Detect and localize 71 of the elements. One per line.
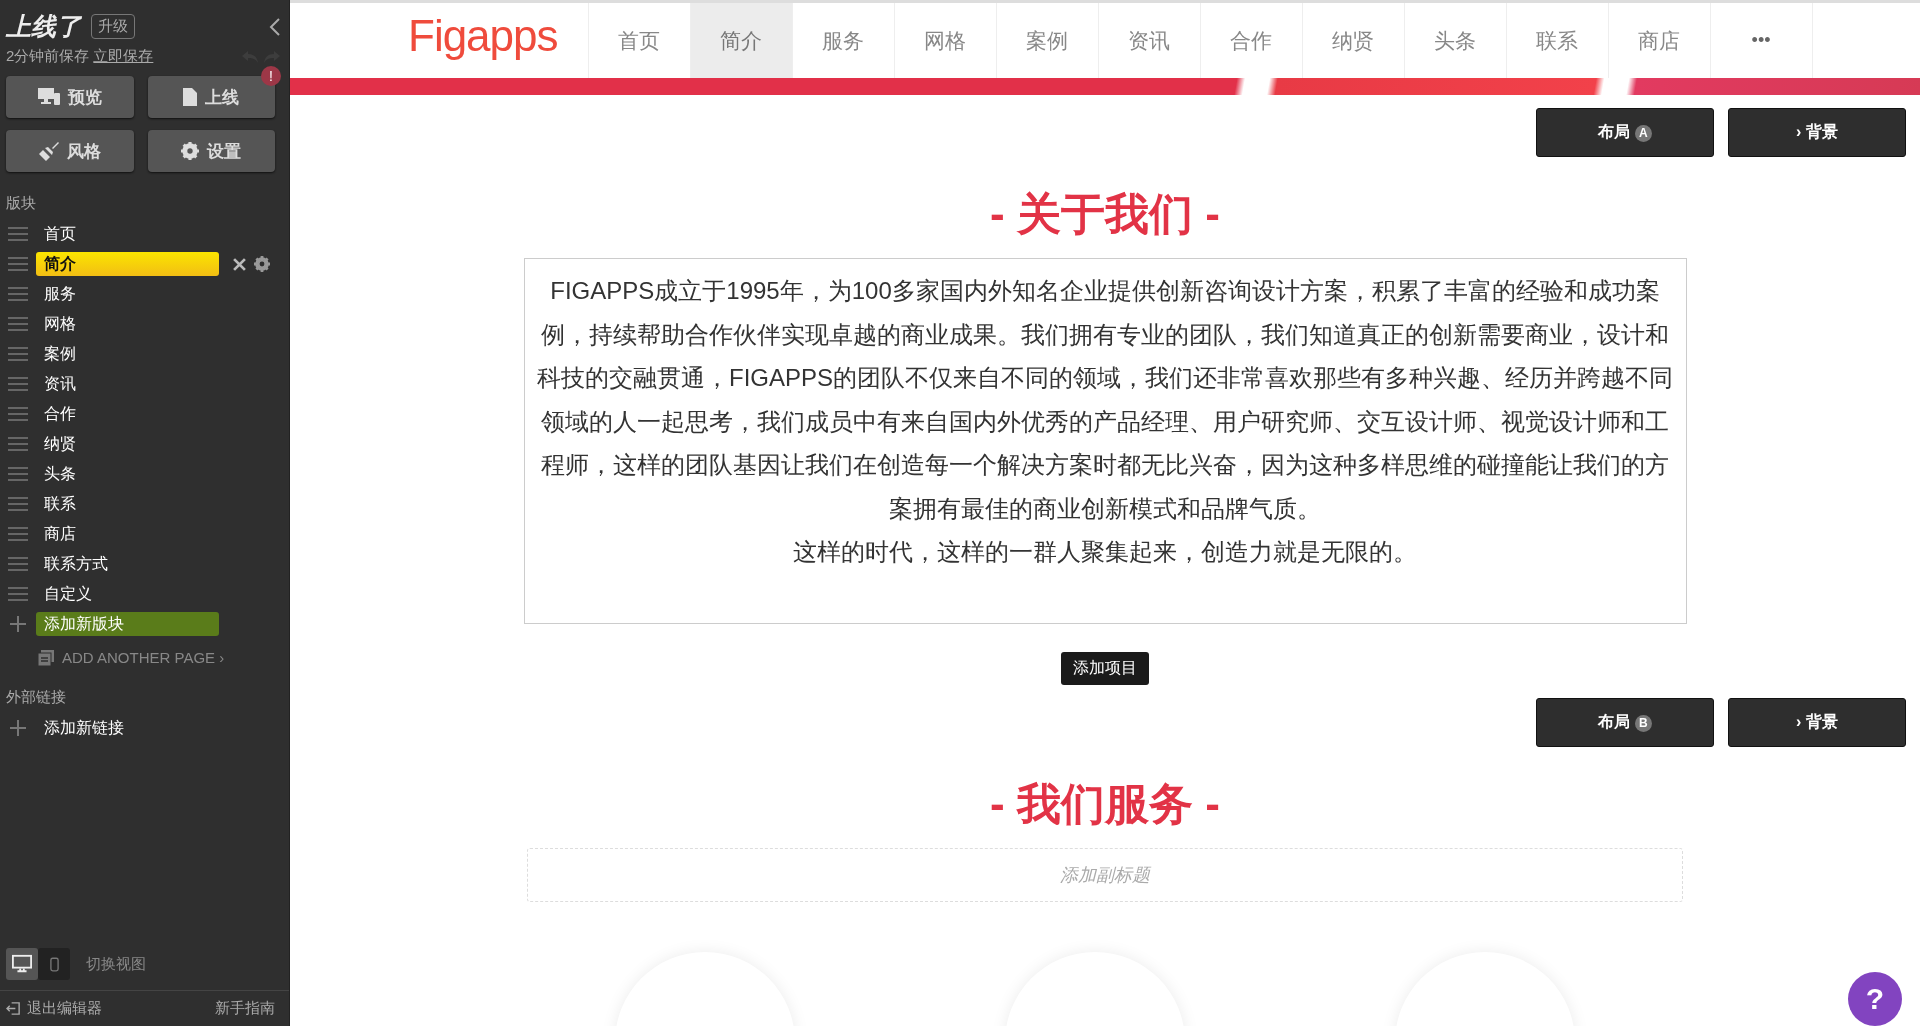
section-item[interactable]: 简介: [36, 252, 219, 276]
section-item[interactable]: 首页: [36, 222, 219, 246]
section-title: - 关于我们 -: [990, 188, 1220, 240]
subtitle-field[interactable]: 添加副标题: [527, 848, 1683, 902]
layout-button[interactable]: 布局 A: [1536, 108, 1714, 157]
drag-handle-icon[interactable]: [8, 437, 28, 451]
site-status: 上线了: [6, 11, 81, 42]
drag-handle-icon[interactable]: [8, 467, 28, 481]
layout-button[interactable]: 布局 B: [1536, 698, 1714, 747]
section-item[interactable]: 联系: [36, 492, 219, 516]
close-icon[interactable]: [233, 257, 246, 271]
section-item[interactable]: 纳贤: [36, 432, 219, 456]
section-item[interactable]: 合作: [36, 402, 219, 426]
add-link-button[interactable]: 添加新链接: [36, 717, 124, 739]
guide-link[interactable]: 新手指南: [215, 999, 275, 1018]
section-item[interactable]: 服务: [36, 282, 219, 306]
section-item[interactable]: 头条: [36, 462, 219, 486]
collapse-icon[interactable]: [269, 16, 281, 37]
add-page-link[interactable]: ADD ANOTHER PAGE ›: [62, 649, 225, 666]
exit-icon[interactable]: [6, 1001, 21, 1016]
body-paragraph: FIGAPPS成立于1995年，为100多家国内外知名企业提供创新咨询设计方案，积累了丰富的经验和成功案例，持续帮助合作伙伴实现卓越的商业成果。我们拥有专业的团队，我们知道真正的创新需要商业，设计和科技的交融贯通，FIGAPPS的团队不仅来自不同的领域，我们还非常喜欢那些有多种兴趣、经历并跨越不同领域的人一起思考，我们成员中有来自国内外优秀的产品经理、用户研究师、交互设计师、视觉设计师和工程师，这样的团队基因让我们在创造每一个解决方案时都无比兴奋，因为这种多样思维的碰撞能让我们的方案拥有最佳的商业创新模式和品牌气质。: [536, 276, 1674, 524]
exit-editor-link[interactable]: 退出编辑器: [27, 999, 102, 1018]
section-item[interactable]: 网格: [36, 312, 219, 336]
view-label: 切换视图: [86, 954, 146, 974]
section-heading: 外部链接: [5, 687, 67, 707]
section-item[interactable]: 资讯: [36, 372, 219, 396]
monitor-icon: [37, 88, 60, 106]
nav-item[interactable]: 简介: [689, 3, 792, 78]
save-status: 2分钟前保存: [6, 47, 90, 66]
drag-handle-icon[interactable]: [8, 227, 28, 241]
section-item[interactable]: 商店: [36, 522, 219, 546]
drag-handle-icon[interactable]: [8, 317, 28, 331]
section-item[interactable]: 自定义: [36, 582, 219, 606]
view-toggle-button[interactable]: [38, 948, 70, 980]
site-logo[interactable]: Figapps: [408, 3, 588, 78]
drag-handle-icon[interactable]: [8, 377, 28, 391]
background-button[interactable]: › 背景: [1728, 108, 1906, 157]
section-heading: 版块: [5, 193, 37, 213]
view-toggle-button[interactable]: [6, 948, 38, 980]
gear-icon: [181, 142, 200, 160]
text-editor-box[interactable]: [523, 258, 1687, 624]
add-section-button[interactable]: 添加新版块: [36, 612, 219, 636]
document-icon: [183, 88, 198, 106]
drag-handle-icon[interactable]: [8, 287, 28, 301]
action-button[interactable]: 预览: [6, 76, 134, 118]
brush-icon: [38, 141, 59, 161]
drag-handle-icon[interactable]: [8, 497, 28, 511]
pages-icon: [38, 649, 54, 666]
body-paragraph: 这样的时代，这样的一群人聚集起来，创造力就是无限的。: [792, 537, 1418, 567]
action-button[interactable]: 风格: [6, 130, 134, 172]
phone-icon: [49, 956, 59, 972]
drag-handle-icon[interactable]: [8, 557, 28, 571]
desktop-icon: [12, 954, 32, 974]
add-item-button[interactable]: 添加项目: [1061, 652, 1149, 685]
drag-handle-icon[interactable]: [8, 527, 28, 541]
section-item[interactable]: 联系方式: [36, 552, 219, 576]
drag-handle-icon[interactable]: [8, 347, 28, 361]
background-button[interactable]: › 背景: [1728, 698, 1906, 747]
upgrade-button[interactable]: 升级: [91, 14, 135, 39]
save-now-link[interactable]: 立即保存: [93, 47, 154, 66]
drag-handle-icon[interactable]: [8, 407, 28, 421]
plus-icon[interactable]: [8, 720, 28, 736]
action-button[interactable]: 设置: [147, 130, 275, 172]
alert-badge: !: [261, 66, 281, 86]
settings-icon[interactable]: [254, 256, 270, 272]
section-title: - 我们服务 -: [990, 778, 1220, 830]
drag-handle-icon[interactable]: [8, 257, 28, 271]
section-item[interactable]: 案例: [36, 342, 219, 366]
help-button[interactable]: ?: [1848, 972, 1902, 1026]
plus-icon[interactable]: [8, 616, 28, 632]
drag-handle-icon[interactable]: [8, 587, 28, 601]
